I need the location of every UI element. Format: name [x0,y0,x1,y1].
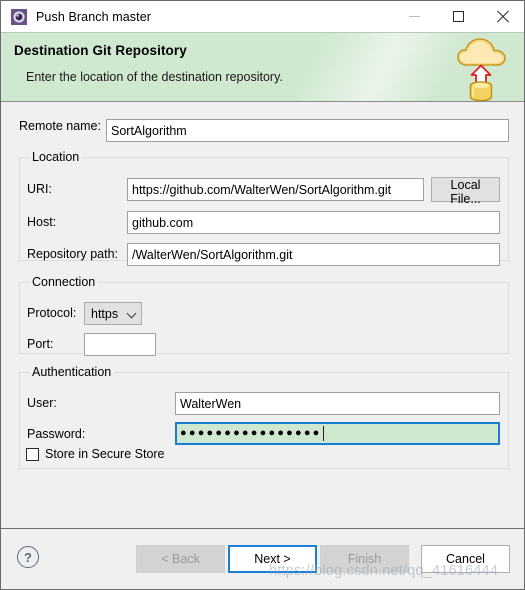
password-masked-value: ●●●●●●●●●●●●●●●● [180,427,322,439]
protocol-label: Protocol: [27,306,77,320]
port-input[interactable] [84,333,156,356]
help-icon[interactable]: ? [17,546,39,568]
next-button[interactable]: Next > [228,545,317,573]
eclipse-git-icon [11,8,27,25]
host-input[interactable] [127,211,500,234]
repository-path-row: Repository path: [27,247,118,261]
finish-button[interactable]: Finish [320,545,409,573]
password-input[interactable]: ●●●●●●●●●●●●●●●● [175,422,500,445]
host-row: Host: [27,215,56,229]
push-branch-dialog: Push Branch master Destination Git Repos… [0,0,525,590]
protocol-row: Protocol: [27,306,76,320]
wizard-banner: Destination Git Repository Enter the loc… [1,32,524,102]
remote-name-input[interactable] [106,119,509,142]
store-in-secure-store-checkbox-row[interactable]: Store in Secure Store [26,447,165,461]
authentication-group-title: Authentication [29,365,116,379]
cloud-upload-database-icon [453,33,511,101]
port-label: Port: [27,337,54,351]
connection-group-title: Connection [29,275,100,289]
user-label: User: [27,396,57,410]
user-input[interactable] [175,392,500,415]
chevron-down-icon [128,309,137,318]
text-caret [322,426,324,441]
location-group-title: Location [29,150,84,164]
store-in-secure-store-checkbox[interactable] [26,447,39,461]
close-icon[interactable] [480,1,524,32]
password-label: Password: [27,427,86,441]
repository-path-input[interactable] [127,243,500,266]
port-row: Port: [27,337,53,351]
repository-path-label: Repository path: [27,247,119,261]
back-button[interactable]: < Back [136,545,225,573]
uri-label: URI: [27,182,52,196]
page-title: Destination Git Repository [14,43,187,58]
title-bar: Push Branch master [1,1,524,32]
remote-name-label: Remote name: [19,119,101,133]
user-row: User: [27,396,57,410]
store-in-secure-store-label: Store in Secure Store [45,447,165,461]
window-controls [392,1,524,32]
minimize-icon[interactable] [392,1,436,32]
host-label: Host: [27,215,57,229]
protocol-selected-value: https [91,306,119,321]
uri-row: URI: [27,182,52,196]
dialog-footer: ? < Back Next > Finish Cancel [1,528,524,589]
window-title: Push Branch master [36,9,152,24]
cancel-button[interactable]: Cancel [421,545,510,573]
dialog-body: Remote name: Location URI: Local File...… [1,102,524,528]
password-row: Password: [27,427,85,441]
protocol-select[interactable]: https [84,302,142,325]
uri-input[interactable] [127,178,424,201]
local-file-button[interactable]: Local File... [431,177,500,206]
remote-name-row: Remote name: [19,119,101,133]
page-subtitle: Enter the location of the destination re… [26,70,283,84]
maximize-icon[interactable] [436,1,480,32]
